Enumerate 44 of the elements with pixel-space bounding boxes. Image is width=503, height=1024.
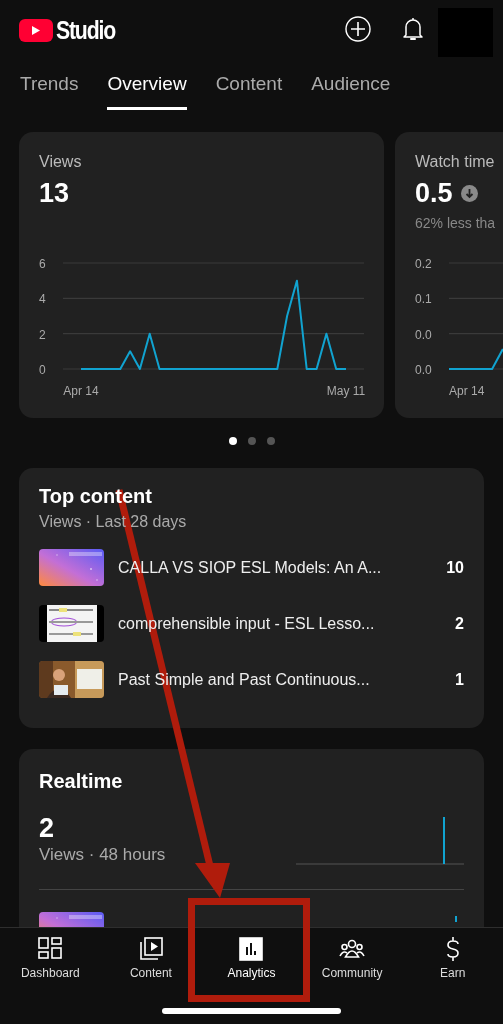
nav-item[interactable]: Community [301,928,403,1024]
page-indicator-dot[interactable] [266,437,275,445]
realtime-subtitle: Views · 48 hours [39,845,166,865]
notifications-icon[interactable] [402,16,424,42]
view-count: 2 [455,614,464,633]
play-logo-icon [19,18,53,42]
axis-label: 0 [39,363,46,377]
dashboard-icon [37,936,64,962]
axis-label: 2 [39,327,46,342]
metric-title: Views [39,152,83,171]
video-library-icon [137,936,164,962]
axis-label: 4 [39,292,46,307]
metric-value: 13 [39,177,70,209]
view-count: 1 [455,670,464,689]
add-icon[interactable] [345,16,371,42]
nav-item[interactable]: Earn [402,928,503,1024]
axis-label: 6 [39,257,46,271]
nav-item[interactable]: Content [100,928,202,1024]
tab[interactable]: Trends [20,58,79,110]
page-indicator-dot[interactable] [247,437,256,445]
logo-text: Studio [56,17,115,43]
axis-label: Apr 14 [63,384,99,398]
metric-card[interactable]: Views 13 0 2 4 6 Apr 14 May 11 [19,132,384,418]
comparison-text: 62% less tha [415,215,497,231]
nav-item[interactable]: Dashboard [0,928,101,1024]
nav-item[interactable]: Analytics [201,928,302,1024]
metric-card[interactable]: Watch time 0.5 62% less tha 0.2 0.1 0.0 0.0 Apr 14 [395,132,503,418]
view-count: 10 [446,558,464,577]
metric-value: 0.5 [415,177,453,209]
chart-line [448,348,503,370]
axis-label: Apr 14 [449,384,485,398]
axis-label: 0.0 [415,327,432,342]
metric-title: Watch time [415,152,496,171]
axis-label: 0.0 [415,363,432,377]
axis-label: May 11 [326,384,366,398]
page-indicator-dot[interactable] [228,437,237,445]
tab[interactable]: Content [215,58,283,110]
tab[interactable]: Audience [311,58,391,110]
card-title: Realtime [39,769,124,793]
realtime-value: 2 [39,813,56,843]
axis-label: 0.2 [415,257,432,271]
analytics-icon [238,936,265,962]
tab[interactable]: Overview [107,58,187,110]
axis-label: 0.1 [415,292,432,307]
